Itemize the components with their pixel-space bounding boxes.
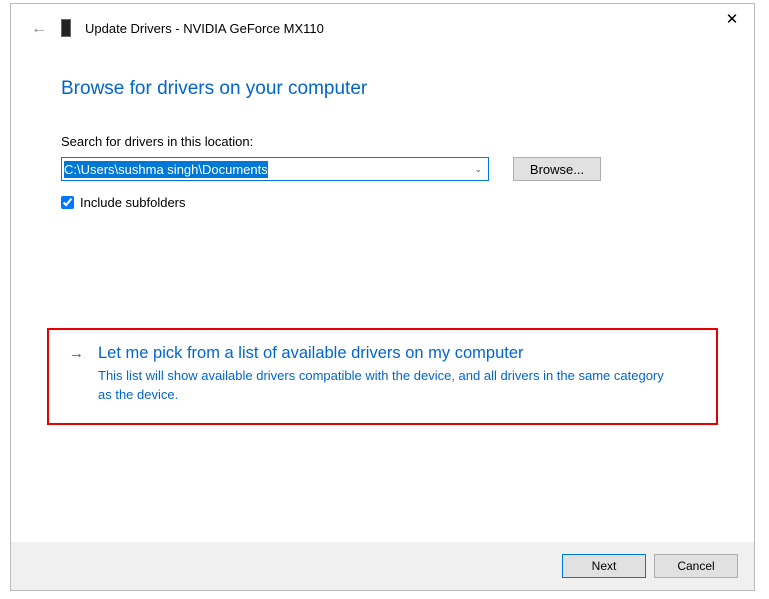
dialog-content: Browse for drivers on your computer Sear… (11, 38, 754, 542)
cancel-button[interactable]: Cancel (654, 554, 738, 578)
dialog-header: ← Update Drivers - NVIDIA GeForce MX110 (11, 4, 754, 38)
option-description: This list will show available drivers co… (98, 367, 678, 405)
dialog-title: Update Drivers - NVIDIA GeForce MX110 (85, 21, 324, 36)
option-title: Let me pick from a list of available dri… (98, 344, 678, 363)
search-location-label: Search for drivers in this location: (61, 134, 704, 149)
browse-button[interactable]: Browse... (513, 157, 601, 181)
dialog-footer: Next Cancel (11, 542, 754, 590)
next-button[interactable]: Next (562, 554, 646, 578)
chevron-down-icon[interactable]: ⌄ (474, 164, 482, 175)
path-combobox[interactable]: C:\Users\sushma singh\Documents ⌄ (61, 157, 489, 181)
include-subfolders-checkbox[interactable] (61, 196, 74, 209)
arrow-right-icon: → (69, 345, 84, 362)
back-arrow-icon[interactable]: ← (31, 20, 47, 38)
include-subfolders-row[interactable]: Include subfolders (61, 195, 704, 210)
path-row: C:\Users\sushma singh\Documents ⌄ Browse… (61, 157, 704, 181)
page-heading: Browse for drivers on your computer (61, 78, 704, 100)
update-drivers-dialog: ✕ ← Update Drivers - NVIDIA GeForce MX11… (10, 3, 755, 591)
close-icon: ✕ (726, 11, 739, 28)
close-button[interactable]: ✕ (720, 10, 744, 28)
pick-from-list-option[interactable]: → Let me pick from a list of available d… (47, 328, 718, 425)
device-icon (61, 19, 71, 37)
include-subfolders-label: Include subfolders (80, 195, 186, 210)
path-value: C:\Users\sushma singh\Documents (64, 161, 268, 178)
